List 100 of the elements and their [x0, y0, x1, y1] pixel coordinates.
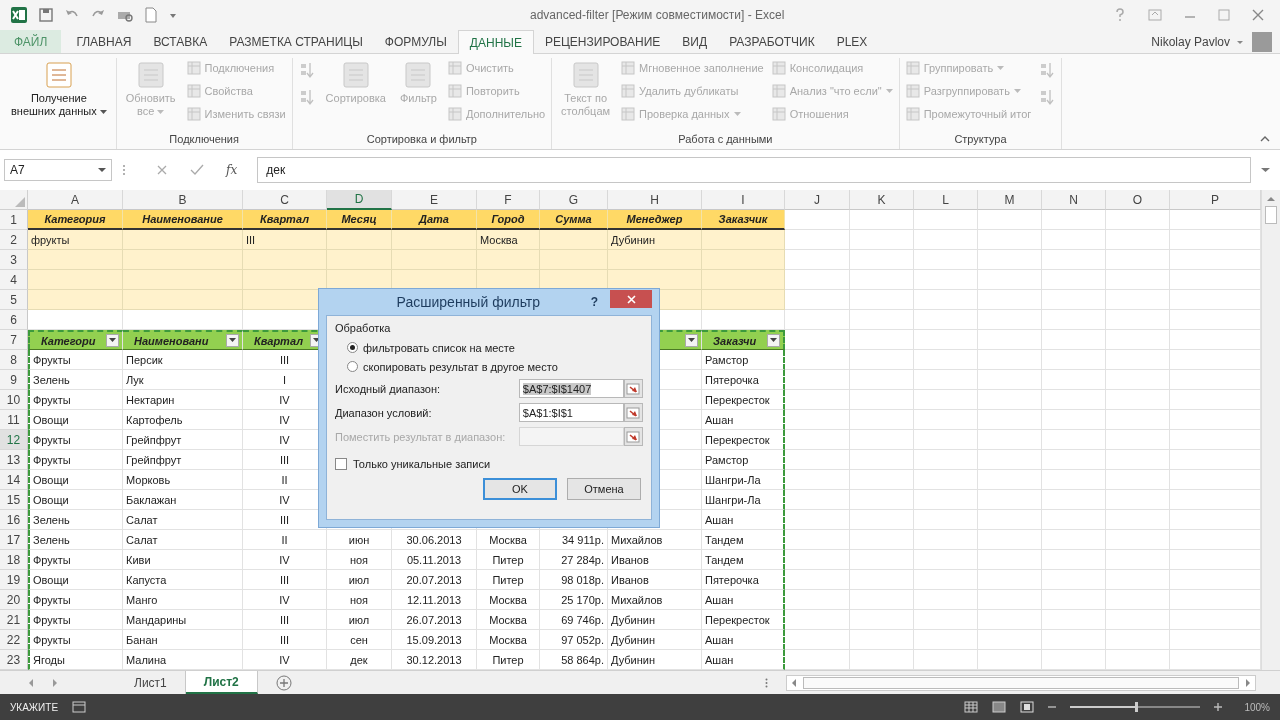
column-header[interactable]: O: [1106, 190, 1170, 210]
row-header[interactable]: 8: [0, 350, 28, 370]
filter-dropdown-button[interactable]: [106, 334, 119, 347]
vertical-scrollbar[interactable]: [1261, 190, 1280, 670]
ribbon-tab[interactable]: PLEX: [825, 30, 879, 53]
zoom-out-icon[interactable]: [1048, 703, 1057, 711]
ribbon-button[interactable]: Получение внешних данных: [8, 58, 110, 120]
next-sheet-icon[interactable]: [52, 678, 58, 687]
cancel-icon[interactable]: [156, 164, 168, 176]
row-header[interactable]: 20: [0, 590, 28, 610]
row-header[interactable]: 7: [0, 330, 28, 350]
column-header[interactable]: P: [1170, 190, 1261, 210]
column-header[interactable]: B: [123, 190, 243, 210]
dialog-button[interactable]: OK: [483, 478, 557, 500]
range-field[interactable]: $A$1:$I$1: [518, 403, 624, 422]
previous-sheet-icon[interactable]: [28, 678, 34, 687]
collapse-ribbon-icon[interactable]: [1260, 135, 1270, 143]
scroll-left-icon[interactable]: [791, 678, 797, 687]
caret-icon[interactable]: [1261, 167, 1270, 173]
normal-view-icon[interactable]: [964, 701, 979, 713]
row-header[interactable]: 18: [0, 550, 28, 570]
range-field[interactable]: $A$7:$I$1407: [518, 379, 624, 398]
close-icon[interactable]: [1252, 9, 1264, 21]
column-header[interactable]: M: [978, 190, 1042, 210]
triangle-icon[interactable]: [15, 197, 25, 207]
row-header[interactable]: 21: [0, 610, 28, 630]
insert-function-button[interactable]: fx: [226, 163, 238, 177]
zoom-in-icon[interactable]: [1214, 703, 1223, 711]
row-header[interactable]: 11: [0, 410, 28, 430]
sheet-tab[interactable]: Лист2: [185, 671, 258, 694]
column-header[interactable]: F: [477, 190, 540, 210]
column-header[interactable]: K: [850, 190, 914, 210]
page-break-preview-icon[interactable]: [1020, 701, 1035, 713]
row-header[interactable]: 5: [0, 290, 28, 310]
filter-dropdown-button[interactable]: [226, 334, 239, 347]
row-header[interactable]: 23: [0, 650, 28, 670]
filter-dropdown-button[interactable]: [767, 334, 780, 347]
radio-label[interactable]: фильтровать список на месте: [363, 341, 515, 354]
radio-button[interactable]: [347, 361, 358, 372]
maximize-icon[interactable]: [1218, 9, 1230, 21]
row-header[interactable]: 9: [0, 370, 28, 390]
column-header[interactable]: J: [785, 190, 850, 210]
user-name[interactable]: Nikolay Pavlov: [1151, 34, 1230, 49]
row-header[interactable]: 14: [0, 470, 28, 490]
row-header[interactable]: 6: [0, 310, 28, 330]
column-header[interactable]: I: [702, 190, 785, 210]
row-header[interactable]: 19: [0, 570, 28, 590]
column-header[interactable]: D: [327, 190, 392, 210]
row-header[interactable]: 13: [0, 450, 28, 470]
close-button[interactable]: [610, 290, 652, 308]
ribbon-tab[interactable]: ФОРМУЛЫ: [373, 30, 458, 53]
row-header[interactable]: 1: [0, 210, 28, 230]
column-header[interactable]: H: [608, 190, 702, 210]
scrollbar-thumb[interactable]: [1265, 206, 1277, 224]
ribbon-tab[interactable]: ДАННЫЕ: [457, 30, 534, 54]
row-header[interactable]: 10: [0, 390, 28, 410]
column-header[interactable]: N: [1042, 190, 1106, 210]
row-header[interactable]: 3: [0, 250, 28, 270]
splitter-icon[interactable]: [765, 677, 768, 688]
avatar-placeholder[interactable]: [1252, 31, 1272, 52]
row-header[interactable]: 2: [0, 230, 28, 250]
radio-option[interactable]: фильтровать список на месте: [335, 338, 643, 357]
ribbon-display-icon[interactable]: [1148, 9, 1162, 21]
scroll-up-icon[interactable]: [1267, 196, 1275, 202]
select-all-corner[interactable]: [0, 190, 28, 210]
column-header[interactable]: C: [243, 190, 327, 210]
row-header[interactable]: 4: [0, 270, 28, 290]
horizontal-scrollbar[interactable]: [786, 674, 1256, 691]
ribbon-tab[interactable]: РАЗРАБОТЧИК: [718, 30, 826, 53]
checkbox-label[interactable]: Только уникальные записи: [353, 458, 491, 470]
dialog-button[interactable]: Отмена: [567, 478, 641, 500]
page-layout-icon[interactable]: [992, 701, 1007, 713]
ribbon-tab[interactable]: ГЛАВНАЯ: [65, 30, 143, 53]
help-icon[interactable]: [1114, 8, 1126, 22]
row-header[interactable]: 16: [0, 510, 28, 530]
row-header[interactable]: 15: [0, 490, 28, 510]
column-header[interactable]: E: [392, 190, 477, 210]
row-header[interactable]: 12: [0, 430, 28, 450]
column-header[interactable]: L: [914, 190, 978, 210]
name-box[interactable]: A7: [4, 159, 112, 181]
column-header[interactable]: G: [540, 190, 608, 210]
row-header[interactable]: 17: [0, 530, 28, 550]
checkmark-icon[interactable]: [190, 164, 204, 176]
scrollbar-thumb[interactable]: [803, 676, 1239, 689]
help-button[interactable]: ?: [590, 295, 598, 309]
scroll-right-icon[interactable]: [1245, 678, 1251, 687]
ribbon-tab[interactable]: РАЗМЕТКА СТРАНИЦЫ: [218, 30, 374, 53]
formula-input[interactable]: дек: [257, 157, 1251, 183]
checkbox[interactable]: [335, 458, 347, 470]
ribbon-tab[interactable]: ВСТАВКА: [142, 30, 219, 53]
zoom-level[interactable]: 100%: [1244, 701, 1270, 713]
filter-dropdown-button[interactable]: [685, 334, 698, 347]
drag-handle-icon[interactable]: [122, 163, 126, 177]
column-header[interactable]: A: [28, 190, 123, 210]
ribbon-tab[interactable]: РЕЦЕНЗИРОВАНИЕ: [533, 30, 672, 53]
macro-recording-icon[interactable]: [72, 701, 87, 713]
radio-button[interactable]: [347, 342, 358, 353]
row-header[interactable]: 22: [0, 630, 28, 650]
save-icon[interactable]: [38, 7, 54, 23]
add-sheet-icon[interactable]: [275, 674, 292, 691]
